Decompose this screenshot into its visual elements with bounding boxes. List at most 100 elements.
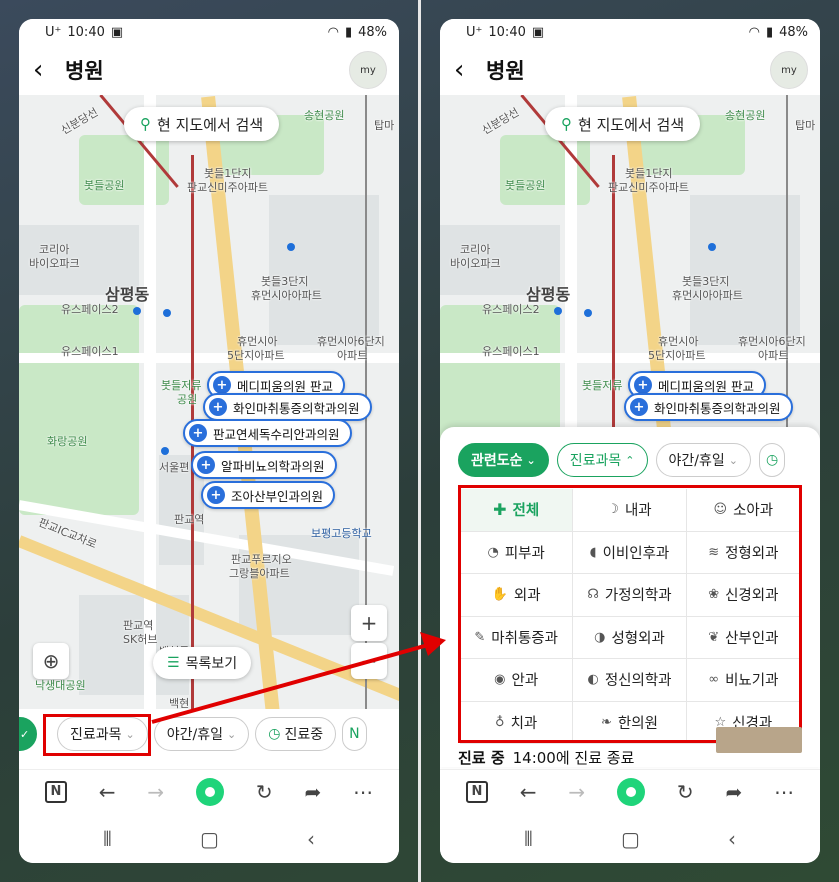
chevron-down-icon: ⌄ [526,453,536,467]
map-label: 유스페이스1 [61,345,119,358]
hospital-cross-icon: + [630,398,648,416]
map-label: 바이오파크 [450,257,501,270]
search-this-area-button[interactable]: ⚲ 현 지도에서 검색 [545,107,701,141]
map-label: 신분당선 [479,105,522,138]
map-poi-dot[interactable] [554,307,562,315]
night-holiday-filter-chip[interactable]: 야간/휴일 ⌄ [655,443,751,477]
search-this-area-button[interactable]: ⚲ 현 지도에서 검색 [124,107,280,141]
map-label: 판교신미주아파트 [608,181,689,194]
zoom-out-button[interactable]: − [351,643,387,679]
green-dot-home-icon[interactable] [616,777,645,806]
hospital-pin[interactable]: + 화인마취통증의학과의원 [624,393,793,421]
clock: 10:40 [488,24,526,40]
back-button[interactable]: ‹ [33,55,59,85]
refresh-icon[interactable]: ↻ [256,780,273,804]
home-icon[interactable]: ▢ [621,827,640,851]
sort-relevance-chip[interactable]: 관련도순 ⌄ [458,443,549,477]
map-label: 봇들저류 [582,379,623,392]
map-label: 낙생대공원 [35,679,86,692]
system-back-icon[interactable]: ‹ [307,827,315,851]
recent-apps-icon[interactable]: ⦀ [524,827,533,851]
chip-label: 진료중 [284,727,324,743]
chip-label: 야간/휴일 [166,727,223,743]
hospital-pin[interactable]: + 판교연세독수리안과의원 [183,419,352,447]
green-dot-home-icon[interactable] [195,777,224,806]
hospital-pin-label: 화인마취통증의학과의원 [654,400,781,416]
zoom-in-button[interactable]: + [351,605,387,641]
carrier-label: U⁺ [45,24,62,40]
hospital-pin-label: 조아산부인과의원 [231,488,324,504]
hospital-pin[interactable]: + 화인마취통증의학과의원 [203,393,372,421]
wifi-icon: ◠ [748,24,760,40]
share-icon[interactable]: ➦ [725,780,742,804]
status-bar: U⁺ 10:40 ▣ ◠ ▮ 48% [440,19,820,45]
hospital-pin-label: 알파비뇨의학과의원 [221,458,325,474]
map-label: 서울편 [159,461,190,474]
share-icon[interactable]: ➦ [304,780,321,804]
refresh-icon[interactable]: ↻ [677,780,694,804]
map-poi-dot[interactable] [163,309,171,317]
map-label: 공원 [177,393,198,406]
naver-home-icon[interactable]: N [44,780,67,803]
naver-filter-chip[interactable]: N [342,717,367,751]
clock: 10:40 [67,24,105,40]
department-filter-chip-open[interactable]: 진료과목 ⌃ [556,443,648,477]
map-poi-dot[interactable] [287,243,295,251]
result-thumbnail[interactable] [716,727,802,753]
my-profile-button[interactable]: my [770,51,808,89]
search-icon: ⚲ [561,115,572,133]
highlight-box [43,714,151,756]
back-arrow-icon[interactable]: ← [99,780,116,804]
open-now-filter-chip[interactable]: ◷ 진료중 [255,717,337,751]
back-button[interactable]: ‹ [454,55,480,85]
map-poi-dot[interactable] [708,243,716,251]
naver-home-icon[interactable]: N [465,780,488,803]
chip-label: 진료과목 [569,453,622,469]
map-label: SK허브 [123,633,158,646]
naver-n-icon: N [349,726,360,742]
hospital-pin[interactable]: + 알파비뇨의학과의원 [191,451,337,479]
recent-apps-icon[interactable]: ⦀ [103,827,112,851]
map-label: 5단지아파트 [648,349,706,362]
chevron-down-icon: ⌄ [227,727,237,741]
map-label: 휴먼시아아파트 [672,289,743,302]
map-poi-dot[interactable] [584,309,592,317]
signal-icon: ▮ [344,24,353,40]
more-icon[interactable]: ⋯ [774,780,794,804]
map-block [269,195,379,345]
hospital-pin[interactable]: + 조아산부인과의원 [201,481,336,509]
hospital-cross-icon: + [209,398,227,416]
map-poi-dot[interactable] [161,447,169,455]
sort-chip-partial[interactable]: ✓ [19,717,37,751]
open-now-filter-chip-partial[interactable]: ◷ [758,443,786,477]
check-icon: ✓ [20,727,30,741]
my-profile-button[interactable]: my [349,51,387,89]
map-label: 그랑블아파트 [229,567,290,580]
system-back-icon[interactable]: ‹ [728,827,736,851]
my-location-button[interactable]: ⊕ [33,643,69,679]
map-view[interactable]: 신분당선 송현공원 탑마 봇들1단지 판교신미주아파트 봇들공원 코리아 바이오… [19,95,399,725]
map-label: 5단지아파트 [227,349,285,362]
system-nav-bar: ⦀ ▢ ‹ [440,815,820,863]
map-label: 유스페이스1 [482,345,540,358]
more-icon[interactable]: ⋯ [353,780,373,804]
forward-arrow-icon[interactable]: → [568,780,585,804]
map-label: 바이오파크 [29,257,80,270]
map-block [690,195,800,345]
map-label: 보평고등학교 [311,527,372,540]
list-view-button[interactable]: ☰ 목록보기 [153,647,252,679]
map-poi-dot[interactable] [133,307,141,315]
map-label: 봇들공원 [505,179,546,192]
forward-arrow-icon[interactable]: → [147,780,164,804]
map-label: 유스페이스2 [61,303,119,316]
night-holiday-filter-chip[interactable]: 야간/휴일 ⌄ [153,717,250,751]
park-area [19,305,139,515]
back-arrow-icon[interactable]: ← [520,780,537,804]
hospital-cross-icon: + [634,376,652,394]
home-icon[interactable]: ▢ [200,827,219,851]
top-bar: ‹ 병원 my [440,45,820,95]
my-label: my [781,64,797,76]
map-label: 송현공원 [725,109,766,122]
highlight-box [458,485,802,743]
map-label: 화랑공원 [47,435,88,448]
